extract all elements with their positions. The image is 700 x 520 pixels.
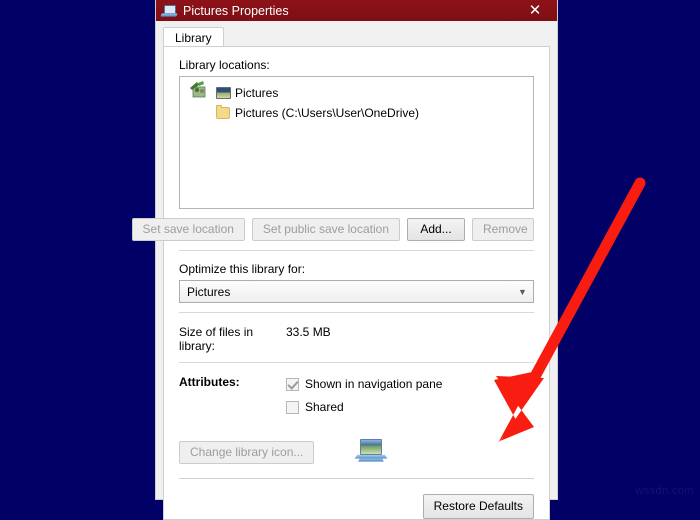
size-of-files-row: Size of files in library: 33.5 MB xyxy=(179,325,534,353)
checkbox-icon[interactable] xyxy=(286,400,299,414)
checkbox-shown-in-navigation-pane[interactable]: Shown in navigation pane xyxy=(286,375,442,393)
add-location-button[interactable]: Add... xyxy=(407,218,465,241)
chevron-down-icon: ▼ xyxy=(518,286,527,297)
list-item[interactable]: Pictures xyxy=(180,83,533,103)
desktop-background: wsxdn.com Pictures Properties ✕ Library … xyxy=(0,0,700,520)
checkbox-label: Shared xyxy=(305,400,344,414)
set-public-save-location-button[interactable]: Set public save location xyxy=(251,218,400,241)
tab-strip: Library xyxy=(156,21,557,49)
set-save-location-button[interactable]: Set save location xyxy=(131,218,245,241)
change-icon-row: Change library icon... xyxy=(179,439,534,465)
divider xyxy=(179,312,534,313)
footer-divider xyxy=(179,478,534,479)
divider xyxy=(179,250,534,251)
restore-defaults-button[interactable]: Restore Defaults xyxy=(422,494,534,519)
close-icon[interactable]: ✕ xyxy=(513,0,557,21)
list-item-label: Pictures xyxy=(235,86,279,100)
library-locations-list[interactable]: Pictures Pictures (C:\Users\User\OneDriv… xyxy=(179,76,534,209)
optimize-label: Optimize this library for: xyxy=(179,262,306,276)
library-computer-icon xyxy=(160,3,178,19)
watermark-text: wsxdn.com xyxy=(635,485,694,497)
remove-location-button[interactable]: Remove xyxy=(472,218,534,241)
checkbox-label: Shown in navigation pane xyxy=(305,377,443,391)
pictures-properties-dialog: Pictures Properties ✕ Library Library lo… xyxy=(131,0,558,520)
dialog-title: Pictures Properties xyxy=(183,3,289,18)
optimize-selected-value: Pictures xyxy=(187,284,231,299)
location-buttons-row: Set save location Set public save locati… xyxy=(131,218,534,241)
optimize-dropdown[interactable]: Pictures ▼ xyxy=(179,280,534,303)
list-item-label: Pictures (C:\Users\User\OneDrive) xyxy=(235,106,420,120)
pictures-library-icon xyxy=(355,439,388,465)
divider xyxy=(179,362,534,363)
folder-icon xyxy=(216,105,230,119)
size-value: 33.5 MB xyxy=(286,325,331,339)
dialog-titlebar: Pictures Properties ✕ xyxy=(156,0,557,21)
optimize-section: Optimize this library for: Pictures ▼ xyxy=(179,262,534,303)
size-label: Size of files in library: xyxy=(179,325,254,353)
footer-row: Restore Defaults xyxy=(179,494,534,519)
checkbox-icon[interactable] xyxy=(286,377,299,391)
attributes-label: Attributes: xyxy=(179,375,240,389)
picture-frame-icon xyxy=(216,87,231,99)
library-tab-page: Library locations: Pictures Pictures (C:… xyxy=(131,46,550,520)
library-locations-label: Library locations: xyxy=(179,58,270,72)
change-library-icon-button[interactable]: Change library icon... xyxy=(179,440,315,464)
checkbox-shared[interactable]: Shared xyxy=(286,398,442,416)
list-item[interactable]: Pictures (C:\Users\User\OneDrive) xyxy=(180,103,533,123)
attributes-section: Attributes: Shown in navigation pane Sha… xyxy=(179,375,534,421)
